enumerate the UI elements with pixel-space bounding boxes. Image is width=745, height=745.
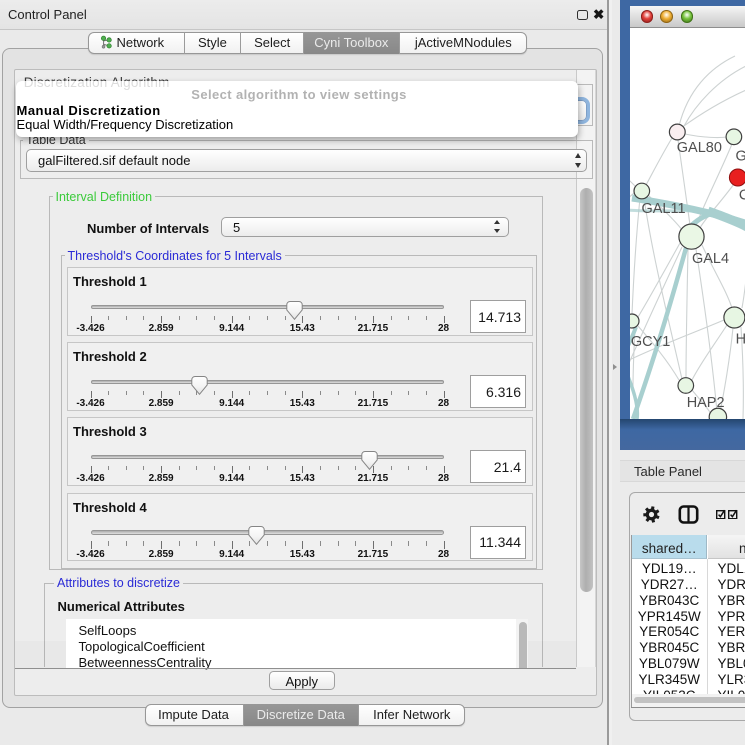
svg-text:HAP2: HAP2 [686,394,724,410]
svg-text:C: C [738,187,744,203]
svg-text:GAL4: GAL4 [692,250,729,266]
svg-text:GCY1: GCY1 [630,333,669,349]
svg-text:GA: GA [735,148,745,164]
svg-text:HIS4: HIS4 [735,331,745,347]
svg-text:GAL11: GAL11 [641,201,685,217]
svg-text:GAL80: GAL80 [676,140,721,156]
